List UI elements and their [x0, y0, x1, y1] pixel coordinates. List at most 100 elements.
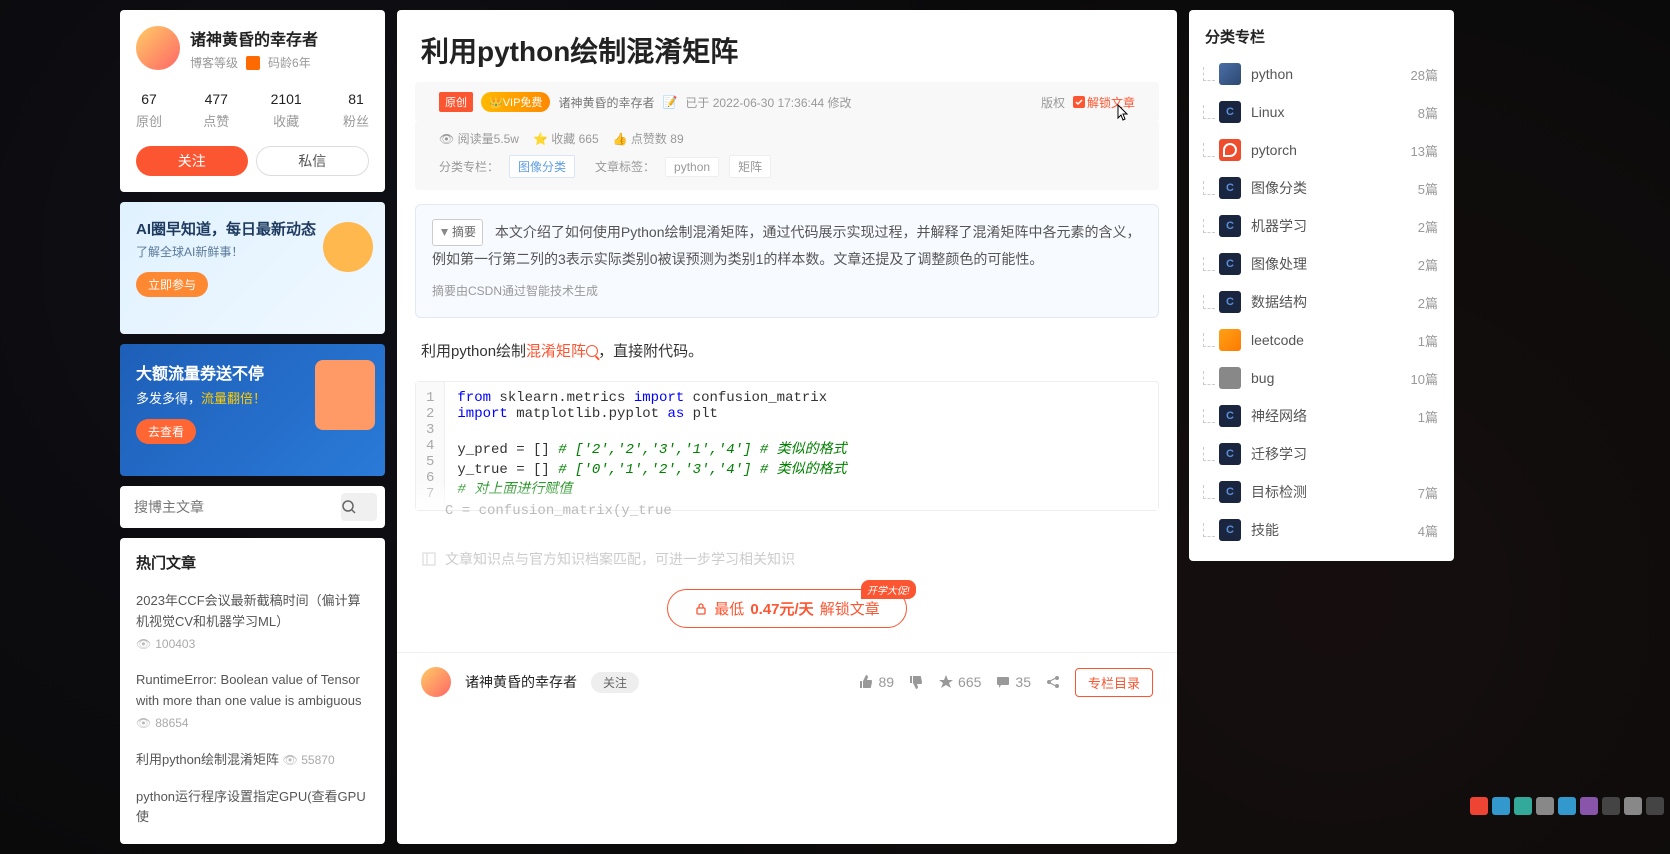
category-name: 迁移学习: [1251, 444, 1428, 464]
hot-articles-card: 热门文章 2023年CCF会议最新截稿时间（偏计算机视觉CV和机器学习ML） 👁…: [120, 538, 385, 844]
hot-item-1[interactable]: RuntimeError: Boolean value of Tensor wi…: [120, 662, 385, 741]
catalog-button[interactable]: 专栏目录: [1075, 668, 1153, 697]
star-icon: [938, 674, 954, 690]
promo1-title: AI圈早知道，每日最新动态: [136, 218, 369, 239]
article-tag-1[interactable]: 矩阵: [729, 155, 771, 178]
category-item[interactable]: 数据结构2篇: [1189, 283, 1454, 321]
hot-title: 热门文章: [120, 538, 385, 583]
article-tag-0[interactable]: python: [665, 157, 719, 177]
category-count: 7篇: [1418, 483, 1438, 502]
meta-copyright[interactable]: 版权: [1041, 94, 1065, 111]
tray-icon[interactable]: [1646, 797, 1664, 815]
hot-item-3[interactable]: python运行程序设置指定GPU(查看GPU使: [120, 779, 385, 837]
category-item[interactable]: 图像处理2篇: [1189, 245, 1454, 283]
unlock-link[interactable]: 解锁文章: [1073, 94, 1135, 111]
promo-badge: 开学大促!: [861, 580, 916, 599]
hot-item-0[interactable]: 2023年CCF会议最新截稿时间（偏计算机视觉CV和机器学习ML） 👁10040…: [120, 583, 385, 662]
category-name: 技能: [1251, 520, 1408, 540]
category-item[interactable]: 目标检测7篇: [1189, 473, 1454, 511]
promo1-button[interactable]: 立即参与: [136, 272, 208, 297]
tray-icon[interactable]: [1580, 797, 1598, 815]
like-stat[interactable]: 👍 点赞数 89: [613, 130, 684, 147]
category-item[interactable]: 图像分类5篇: [1189, 169, 1454, 207]
author-name[interactable]: 诸神黄昏的幸存者: [190, 26, 318, 50]
category-name: 数据结构: [1251, 292, 1408, 312]
follow-button[interactable]: 关注: [136, 146, 248, 176]
category-count: 28篇: [1411, 65, 1438, 84]
tray-icon[interactable]: [1602, 797, 1620, 815]
share-icon: [1045, 674, 1061, 690]
author-profile-card: 诸神黄昏的幸存者 博客等级 码龄6年 67原创 477点赞 2101收藏 81粉…: [120, 10, 385, 192]
stat-followers[interactable]: 81粉丝: [343, 91, 369, 130]
footer-like[interactable]: 89: [858, 674, 894, 690]
author-avatar[interactable]: [136, 26, 180, 70]
search-button[interactable]: [341, 493, 377, 521]
category-item[interactable]: bug10篇: [1189, 359, 1454, 397]
category-count: 10篇: [1411, 369, 1438, 388]
category-count: 1篇: [1418, 407, 1438, 426]
abstract-label: 摘要: [432, 219, 483, 246]
category-icon: [1219, 367, 1241, 389]
footer-comment[interactable]: 35: [995, 674, 1031, 690]
category-item[interactable]: Linux8篇: [1189, 93, 1454, 131]
stat-likes[interactable]: 477点赞: [203, 91, 229, 130]
category-item[interactable]: 迁移学习: [1189, 435, 1454, 473]
category-name: pytorch: [1251, 142, 1401, 158]
tray-icon[interactable]: [1470, 797, 1488, 815]
check-icon: [1073, 96, 1085, 108]
book-icon: [421, 551, 437, 567]
code-block: 1234567 from sklearn.metrics import conf…: [415, 381, 1159, 511]
category-icon: [1219, 405, 1241, 427]
thumbs-up-icon: [858, 674, 874, 690]
promo1-subtitle: 了解全球AI新鲜事！: [136, 243, 369, 260]
category-count: 8篇: [1418, 103, 1438, 122]
tray-icon[interactable]: [1624, 797, 1642, 815]
search-input[interactable]: [134, 499, 341, 515]
fav-stat[interactable]: ⭐ 收藏 665: [533, 130, 599, 147]
author-stats: 67原创 477点赞 2101收藏 81粉丝: [136, 91, 369, 130]
category-count: 2篇: [1418, 217, 1438, 236]
article-body-intro: 利用python绘制混淆矩阵，直接附代码。: [397, 332, 1177, 371]
category-item[interactable]: 神经网络1篇: [1189, 397, 1454, 435]
hot-item-2[interactable]: 利用python绘制混淆矩阵 👁 55870: [120, 742, 385, 779]
tray-icon[interactable]: [1558, 797, 1576, 815]
category-item[interactable]: 技能4篇: [1189, 511, 1454, 549]
comment-icon: [995, 674, 1011, 690]
category-item[interactable]: pytorch 13篇: [1189, 131, 1454, 169]
message-button[interactable]: 私信: [256, 146, 370, 176]
article-title: 利用python绘制混淆矩阵: [421, 30, 1153, 70]
keyword-link[interactable]: 混淆矩阵: [526, 343, 598, 360]
code-age: 码龄6年: [268, 54, 311, 71]
category-title: 分类专栏: [1189, 14, 1454, 55]
footer-avatar[interactable]: [421, 667, 451, 697]
tray-icon[interactable]: [1492, 797, 1510, 815]
promo-traffic-card[interactable]: 大额流量券送不停 多发多得，流量翻倍！ 去查看: [120, 344, 385, 476]
tray-icon[interactable]: [1536, 797, 1554, 815]
promo-ai-card[interactable]: AI圈早知道，每日最新动态 了解全球AI新鲜事！ 立即参与: [120, 202, 385, 334]
meta-author[interactable]: 诸神黄昏的幸存者: [558, 94, 654, 111]
category-card: 分类专栏 python28篇Linux8篇 pytorch 13篇图像分类5篇机器学…: [1189, 10, 1454, 561]
category-item[interactable]: python28篇: [1189, 55, 1454, 93]
category-tag[interactable]: 图像分类: [509, 155, 575, 178]
stat-original[interactable]: 67原创: [136, 91, 162, 130]
footer-dislike[interactable]: [908, 674, 924, 690]
category-item[interactable]: leetcode1篇: [1189, 321, 1454, 359]
category-item[interactable]: 机器学习2篇: [1189, 207, 1454, 245]
category-icon: [1219, 481, 1241, 503]
original-tag: 原创: [439, 92, 473, 112]
category-icon: [1219, 443, 1241, 465]
promo2-title: 大额流量券送不停: [136, 360, 369, 384]
tags-label: 文章标签：: [595, 158, 655, 175]
footer-author[interactable]: 诸神黄昏的幸存者: [465, 672, 577, 692]
stat-favorites[interactable]: 2101收藏: [271, 91, 302, 130]
footer-star[interactable]: 665: [938, 674, 981, 690]
footer-share[interactable]: [1045, 674, 1061, 690]
tray-icon[interactable]: [1514, 797, 1532, 815]
code-content[interactable]: from sklearn.metrics import confusion_ma…: [445, 382, 858, 510]
footer-follow-button[interactable]: 关注: [591, 672, 639, 693]
promo2-button[interactable]: 去查看: [136, 419, 196, 444]
unlock-article-button[interactable]: 最低0.47元/天 解锁文章 开学大促!: [667, 589, 906, 628]
views-stat: 👁 阅读量5.5w: [439, 130, 519, 147]
category-count: 13篇: [1411, 141, 1438, 160]
level-badge-icon: [246, 56, 260, 70]
